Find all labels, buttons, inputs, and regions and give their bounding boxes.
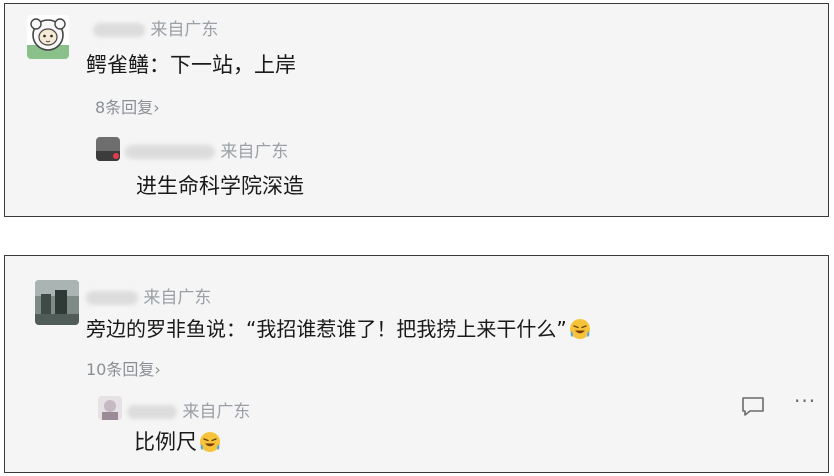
location-label: 来自广东 (143, 288, 212, 308)
view-replies-link[interactable]: 8条回复› (95, 94, 160, 118)
reply-avatar[interactable] (98, 396, 122, 420)
blurred-username[interactable] (127, 405, 177, 419)
replies-count: 10条回复 (86, 360, 155, 379)
reply-avatar[interactable] (96, 137, 120, 161)
reply-meta: 来自广东 (125, 137, 288, 162)
location-label: 来自广东 (150, 20, 219, 40)
comment-text-body: 旁边的罗非鱼说：“我招谁惹谁了！把我捞上来干什么” (86, 317, 567, 341)
reply-comment-button[interactable] (740, 396, 766, 422)
comment-meta: 来自广东 (93, 15, 218, 40)
view-replies-link[interactable]: 10条回复› (86, 356, 161, 380)
blurred-username[interactable] (125, 145, 215, 159)
laughing-crying-emoji-icon (569, 319, 590, 339)
reply-text: 比例尺 (134, 426, 221, 456)
comment-meta: 来自广东 (86, 283, 211, 308)
comment-text: 鳄雀鳝：下一站，上岸 (86, 53, 296, 77)
location-label: 来自广东 (182, 402, 251, 422)
comment-thread: 来自广东 鳄雀鳝：下一站，上岸 8条回复› 来自广东 进生命科学院深造 (4, 3, 829, 217)
reply-text: 进生命科学院深造 (136, 174, 304, 198)
chevron-right-icon: › (153, 98, 160, 117)
user-avatar[interactable] (35, 280, 79, 325)
blurred-username[interactable] (86, 291, 138, 305)
more-options-button[interactable]: ··· (794, 389, 816, 413)
speech-bubble-icon (742, 397, 764, 416)
comment-text: 旁边的罗非鱼说：“我招谁惹谁了！把我捞上来干什么” (86, 313, 591, 342)
chevron-right-icon: › (154, 360, 161, 379)
location-label: 来自广东 (220, 142, 289, 162)
comment-thread: 来自广东 旁边的罗非鱼说：“我招谁惹谁了！把我捞上来干什么” 10条回复› 来自… (4, 255, 829, 473)
replies-count: 8条回复 (95, 98, 154, 117)
reply-meta: 来自广东 (127, 397, 250, 422)
laughing-crying-emoji-icon (200, 432, 220, 452)
reply-text-body: 比例尺 (134, 430, 197, 454)
user-avatar[interactable] (27, 15, 69, 59)
blurred-username[interactable] (93, 23, 145, 37)
